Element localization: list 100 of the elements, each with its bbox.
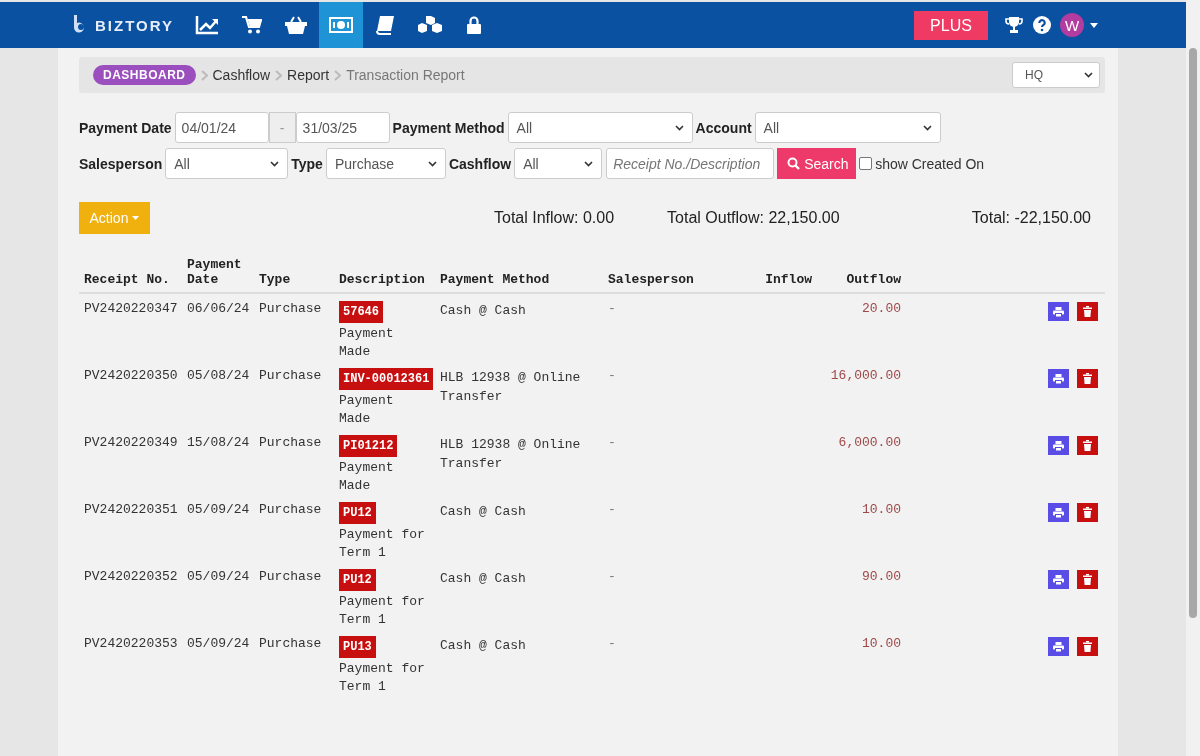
reference-tag[interactable]: PU12: [339, 569, 376, 591]
table-cell-text: HLB 12938 @ Online Transfer: [440, 369, 582, 406]
print-button[interactable]: [1048, 369, 1069, 388]
table-cell-text: Cash @ Cash: [440, 302, 527, 320]
field-label: Payment Date: [79, 119, 172, 136]
table-cell-text: Cash @ Cash: [440, 570, 527, 588]
table-cell-text: Purchase: [259, 569, 323, 584]
table-cell-text: Purchase: [259, 636, 323, 651]
checkbox-label: show Created On: [875, 155, 985, 172]
chevron-down-icon: [674, 124, 684, 131]
search-icon: [787, 157, 801, 170]
scrollbar[interactable]: [1186, 0, 1200, 756]
table-cell-text: Cash @ Cash: [440, 503, 527, 521]
chevron-icon: [275, 69, 283, 81]
table-cell-text: 90.00: [861, 569, 902, 584]
table-cell-text: Cash @ Cash: [440, 637, 527, 655]
cubes-icon: [416, 15, 443, 35]
search-button[interactable]: Search: [777, 148, 857, 179]
dropdown-select[interactable]: All: [754, 112, 941, 143]
printer-icon: [1053, 440, 1064, 451]
date-field[interactable]: 04/01/24: [174, 112, 269, 143]
brand-name[interactable]: BIZTORY: [95, 16, 174, 34]
delete-button[interactable]: [1077, 503, 1098, 522]
basket-icon: [285, 15, 308, 35]
delete-button[interactable]: [1077, 302, 1098, 321]
print-button[interactable]: [1048, 570, 1069, 589]
table-cell-text: PV2420220351: [84, 502, 179, 517]
book-icon: [375, 15, 396, 35]
chevron-down-icon: [270, 160, 280, 167]
chevron-down-icon: [922, 124, 932, 131]
reference-tag[interactable]: 57646: [339, 301, 383, 323]
column-header: Salesperson: [608, 272, 695, 287]
field-label: Type: [291, 155, 323, 172]
checkbox[interactable]: [859, 157, 873, 170]
dropdown-select[interactable]: All: [514, 148, 603, 179]
dropdown-select[interactable]: All: [507, 112, 693, 143]
table-cell-text: 06/06/24: [187, 301, 251, 316]
trash-icon: [1083, 440, 1092, 451]
column-header: Payment Date: [187, 257, 243, 287]
print-button[interactable]: [1048, 637, 1069, 656]
column-header: Receipt No.: [84, 272, 171, 287]
table-cell-text: 05/08/24: [187, 368, 251, 383]
table-cell-text: 10.00: [861, 636, 902, 651]
total-amount: Total: -22,150.00: [971, 209, 1091, 227]
trash-icon: [1083, 373, 1092, 384]
table-cell-text: 05/09/24: [187, 502, 251, 517]
table-cell-text: 20.00: [861, 301, 902, 316]
table-cell-text: 10.00: [861, 502, 902, 517]
print-button[interactable]: [1048, 503, 1069, 522]
chevron-down-icon: [1084, 72, 1093, 78]
reference-tag[interactable]: PI01212: [339, 435, 398, 457]
branch-select[interactable]: HQ: [1012, 62, 1100, 88]
caret-icon[interactable]: [1090, 22, 1098, 28]
trash-icon: [1083, 641, 1092, 652]
delete-button[interactable]: [1077, 637, 1098, 656]
table-cell-text: Payment Made: [339, 392, 395, 428]
table-cell-text: Payment Made: [339, 459, 395, 495]
printer-icon: [1053, 373, 1064, 384]
lock-icon: [467, 16, 482, 34]
reference-tag[interactable]: PU12: [339, 502, 376, 524]
total-amount: Total Inflow: 0.00: [494, 209, 615, 227]
print-button[interactable]: [1048, 302, 1069, 321]
reference-tag[interactable]: PU13: [339, 636, 376, 658]
table-cell-text: Payment for Term 1: [339, 526, 426, 562]
trash-icon: [1083, 574, 1092, 585]
chevron-down-icon: [584, 160, 594, 167]
breadcrumb-link[interactable]: Report: [287, 67, 330, 83]
table-cell-text: 05/09/24: [187, 636, 251, 651]
dropdown-select[interactable]: Purchase: [325, 148, 446, 179]
table-cell-text: -: [608, 368, 617, 383]
print-button[interactable]: [1048, 436, 1069, 455]
nav-tab[interactable]: [318, 2, 363, 48]
delete-button[interactable]: [1077, 369, 1098, 388]
plus-button[interactable]: PLUS: [914, 11, 988, 40]
table-cell-text: 6,000.00: [837, 435, 902, 450]
delete-button[interactable]: [1077, 570, 1098, 589]
table-cell-text: Purchase: [259, 368, 323, 383]
table-cell-text: -: [608, 502, 617, 517]
total-amount: Total Outflow: 22,150.00: [667, 209, 840, 227]
table-cell-text: Payment Made: [339, 325, 395, 361]
delete-button[interactable]: [1077, 436, 1098, 455]
table-cell-text: 16,000.00: [829, 368, 902, 383]
caret-icon: [132, 216, 140, 220]
table-cell-text: PV2420220349: [84, 435, 179, 450]
breadcrumb-link[interactable]: Cashflow: [212, 67, 271, 83]
search-field[interactable]: Receipt No./Description: [606, 148, 775, 179]
field-label: Payment Method: [392, 119, 505, 136]
field-label: Account: [695, 119, 752, 136]
user-avatar[interactable]: W: [1060, 13, 1084, 37]
dropdown-select[interactable]: All: [165, 148, 289, 179]
table-cell-text: PV2420220347: [84, 301, 179, 316]
trash-icon: [1083, 507, 1092, 518]
date-field[interactable]: 31/03/25: [295, 112, 390, 143]
table-cell-text: -: [608, 435, 617, 450]
cart-icon: [241, 16, 262, 34]
chart-icon: [195, 15, 220, 35]
dashboard-link[interactable]: DASHBOARD: [93, 65, 196, 85]
reference-tag[interactable]: INV-00012361: [339, 368, 434, 390]
table-cell-text: -: [608, 636, 617, 651]
field-label: Salesperson: [79, 155, 163, 172]
